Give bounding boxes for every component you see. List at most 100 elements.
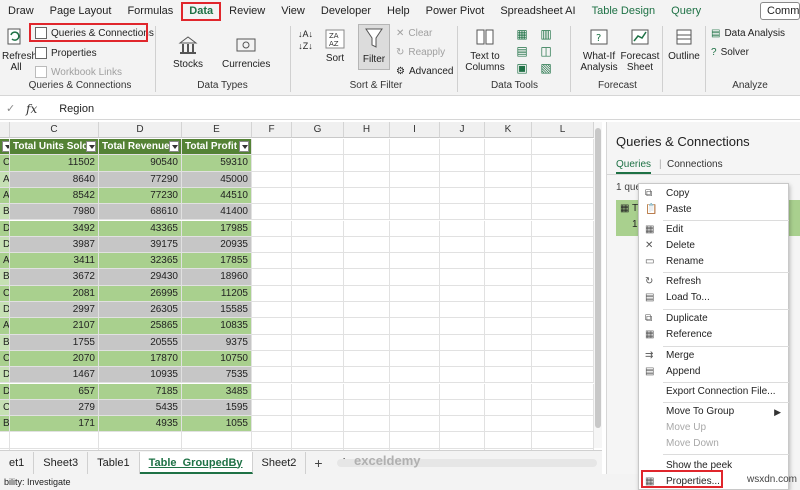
table-cell[interactable]: C	[0, 399, 10, 417]
grid-cell[interactable]	[252, 220, 292, 237]
grid-cell[interactable]	[344, 383, 390, 400]
grid-cell[interactable]	[390, 318, 440, 335]
table-cell[interactable]: 77230	[99, 187, 182, 205]
grid-cell[interactable]	[485, 416, 532, 433]
grid-cell[interactable]	[440, 171, 485, 188]
table-cell[interactable]: 5435	[99, 399, 182, 417]
grid-cell[interactable]	[390, 334, 440, 351]
grid-cell[interactable]	[532, 171, 594, 188]
table-cell[interactable]: D	[0, 302, 10, 319]
menu-item-copy[interactable]: ⧉ Copy	[639, 186, 789, 202]
grid-cell[interactable]	[390, 383, 440, 400]
grid-cell[interactable]	[292, 269, 344, 286]
table-cell[interactable]: 43365	[99, 220, 182, 237]
grid-cell[interactable]	[252, 253, 292, 270]
tab-table-design[interactable]: Table Design	[584, 0, 664, 22]
table-cell[interactable]: 3492	[10, 220, 99, 237]
grid-cell[interactable]	[440, 350, 485, 368]
grid-cell[interactable]	[485, 302, 532, 319]
grid-cell[interactable]	[344, 155, 390, 172]
grid-cell[interactable]	[532, 350, 594, 368]
grid-cell[interactable]	[485, 187, 532, 205]
table-cell[interactable]: C	[0, 285, 10, 302]
table-cell[interactable]: D	[0, 236, 10, 254]
table-header-cell[interactable]	[0, 139, 10, 156]
column-header[interactable]: D	[99, 122, 182, 138]
grid-cell[interactable]	[485, 383, 532, 400]
grid-cell[interactable]	[440, 220, 485, 237]
grid-cell[interactable]	[532, 318, 594, 335]
grid-cell[interactable]	[390, 220, 440, 237]
table-cell[interactable]: B	[0, 204, 10, 221]
grid-cell[interactable]	[252, 285, 292, 302]
table-cell[interactable]: 7535	[182, 367, 252, 384]
clear-filter-button[interactable]: ✕ Clear	[396, 28, 432, 39]
stocks-button[interactable]: Stocks	[170, 34, 206, 70]
grid-cell[interactable]	[344, 285, 390, 302]
grid-cell[interactable]	[292, 220, 344, 237]
menu-item-move-to-group[interactable]: Move To Group ▶	[639, 404, 789, 420]
grid-cell[interactable]	[532, 204, 594, 221]
table-cell[interactable]: 11205	[182, 285, 252, 302]
properties-ribbon-button[interactable]: Properties	[35, 47, 97, 59]
grid-cell[interactable]	[390, 302, 440, 319]
table-cell[interactable]: 3411	[10, 253, 99, 270]
grid-cell[interactable]	[252, 269, 292, 286]
menu-item-load-to[interactable]: ▤ Load To...	[639, 290, 789, 306]
table-cell[interactable]: 7185	[99, 383, 182, 400]
grid-cell[interactable]	[344, 416, 390, 433]
table-cell[interactable]: 2081	[10, 285, 99, 302]
grid-cell[interactable]	[440, 432, 485, 449]
tab-queries[interactable]: Queries	[616, 159, 652, 174]
grid-cell[interactable]	[390, 253, 440, 270]
grid-cell[interactable]	[292, 399, 344, 417]
menu-item-edit[interactable]: ▦ Edit	[639, 222, 789, 238]
grid-cell[interactable]	[390, 432, 440, 449]
grid-cell[interactable]	[440, 269, 485, 286]
table-cell[interactable]: 1595	[182, 399, 252, 417]
grid-cell[interactable]	[252, 350, 292, 368]
table-cell[interactable]: 171	[10, 416, 99, 433]
grid-cell[interactable]	[485, 269, 532, 286]
reapply-button[interactable]: ↻ Reapply	[396, 47, 445, 58]
grid-cell[interactable]	[440, 383, 485, 400]
column-header[interactable]: J	[440, 122, 485, 138]
grid-cell[interactable]	[532, 416, 594, 433]
grid-cell[interactable]	[344, 236, 390, 254]
table-cell[interactable]: 45000	[182, 171, 252, 188]
table-cell[interactable]: 18960	[182, 269, 252, 286]
sheet-tab[interactable]: Table1	[88, 451, 140, 474]
table-cell[interactable]: A	[0, 253, 10, 270]
grid-cell[interactable]	[532, 220, 594, 237]
grid-cell[interactable]	[292, 171, 344, 188]
column-header[interactable]: L	[532, 122, 594, 138]
table-cell[interactable]: 20935	[182, 236, 252, 254]
table-cell[interactable]: 32365	[99, 253, 182, 270]
grid-cell[interactable]	[390, 187, 440, 205]
grid-cell[interactable]	[252, 318, 292, 335]
grid-cell[interactable]	[440, 334, 485, 351]
table-cell[interactable]: 17855	[182, 253, 252, 270]
grid-cell[interactable]	[485, 155, 532, 172]
grid-cell[interactable]	[485, 204, 532, 221]
menu-item-delete[interactable]: ✕ Delete	[639, 238, 789, 254]
table-cell[interactable]: 8542	[10, 187, 99, 205]
grid-cell[interactable]	[252, 171, 292, 188]
grid-cell[interactable]	[532, 432, 594, 449]
grid-cell[interactable]	[440, 155, 485, 172]
grid-cell[interactable]	[485, 399, 532, 417]
tab-developer[interactable]: Developer	[313, 0, 379, 22]
grid-cell[interactable]	[390, 350, 440, 368]
table-cell[interactable]: 4935	[99, 416, 182, 433]
table-cell[interactable]: 1467	[10, 367, 99, 384]
grid-cell[interactable]	[440, 187, 485, 205]
filter-dropdown-icon[interactable]	[86, 141, 96, 152]
table-cell[interactable]: 41400	[182, 204, 252, 221]
table-cell[interactable]: A	[0, 187, 10, 205]
grid-cell[interactable]	[440, 367, 485, 384]
menu-item-export-connection-file[interactable]: Export Connection File...	[639, 384, 789, 400]
table-cell[interactable]: 2107	[10, 318, 99, 335]
tab-review[interactable]: Review	[221, 0, 273, 22]
table-cell[interactable]: B	[0, 416, 10, 433]
grid-cell[interactable]	[292, 139, 344, 156]
